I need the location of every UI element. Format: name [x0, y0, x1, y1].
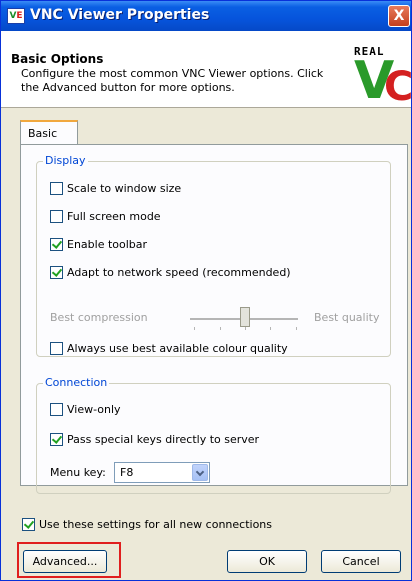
view-only-checkbox[interactable]: View-only: [50, 401, 121, 417]
vnc-app-icon: VE: [7, 8, 25, 24]
pass-special-keys-box[interactable]: [50, 432, 63, 446]
tab-basic-label: Basic: [28, 127, 58, 140]
connection-group: Connection View-only Pass special keys d…: [36, 376, 391, 494]
display-group: Display Scale to window size Full screen…: [36, 154, 391, 357]
scale-to-window-checkbox[interactable]: Scale to window size: [50, 180, 181, 196]
connection-group-label: Connection: [43, 376, 110, 389]
adapt-network-label: Adapt to network speed (recommended): [67, 265, 291, 279]
tab-basic[interactable]: Basic: [20, 120, 78, 145]
realvnc-logo: REAL V C: [354, 45, 412, 110]
enable-toolbar-checkbox[interactable]: Enable toolbar: [50, 236, 147, 252]
display-group-label: Display: [43, 154, 88, 167]
full-screen-checkbox[interactable]: Full screen mode: [50, 208, 161, 224]
view-only-box[interactable]: [50, 402, 63, 416]
best-colour-checkbox[interactable]: Always use best available colour quality: [50, 340, 288, 356]
slider-tick: [270, 327, 271, 330]
slider-tick: [194, 327, 195, 330]
best-colour-label: Always use best available colour quality: [67, 341, 288, 355]
scale-to-window-box[interactable]: [50, 181, 63, 195]
best-quality-label: Best quality: [314, 311, 380, 324]
pass-special-keys-checkbox[interactable]: Pass special keys directly to server: [50, 431, 259, 447]
slider-tick: [220, 327, 221, 330]
options-header: Basic Options Configure the most common …: [1, 31, 412, 110]
quality-slider-row: Best compression Best quality: [50, 307, 390, 331]
advanced-button-highlight: [17, 542, 121, 578]
best-compression-label: Best compression: [50, 311, 148, 324]
window-title: VNC Viewer Properties: [30, 7, 210, 23]
menu-key-label: Menu key:: [50, 466, 106, 479]
adapt-network-box[interactable]: [50, 265, 63, 279]
enable-toolbar-box[interactable]: [50, 237, 63, 251]
view-only-label: View-only: [67, 402, 121, 416]
pass-special-keys-label: Pass special keys directly to server: [67, 432, 260, 446]
basic-tab-panel: Display Scale to window size Full screen…: [20, 144, 408, 494]
cancel-button[interactable]: Cancel: [321, 550, 401, 573]
slider-tick: [296, 327, 297, 330]
title-bar[interactable]: VE VNC Viewer Properties X: [1, 1, 411, 31]
enable-toolbar-label: Enable toolbar: [67, 237, 148, 251]
scale-to-window-label: Scale to window size: [67, 181, 182, 195]
slider-tick: [245, 327, 246, 330]
header-description: Configure the most common VNC Viewer opt…: [21, 67, 324, 94]
all-connections-box[interactable]: [22, 517, 35, 531]
logo-c-glyph: C: [384, 64, 412, 110]
menu-key-select[interactable]: F8: [114, 462, 210, 483]
menu-key-value: F8: [120, 466, 134, 479]
all-connections-checkbox[interactable]: Use these settings for all new connectio…: [22, 516, 272, 532]
ok-button[interactable]: OK: [227, 550, 307, 573]
full-screen-box[interactable]: [50, 209, 63, 223]
close-button[interactable]: X: [388, 5, 410, 27]
chevron-down-icon[interactable]: [192, 464, 208, 481]
best-colour-box[interactable]: [50, 341, 63, 355]
properties-window: VE VNC Viewer Properties X Basic Options…: [0, 0, 412, 581]
all-connections-label: Use these settings for all new connectio…: [39, 517, 272, 531]
full-screen-label: Full screen mode: [67, 209, 161, 223]
header-title: Basic Options: [11, 52, 104, 66]
quality-slider-thumb[interactable]: [240, 307, 250, 327]
adapt-network-checkbox[interactable]: Adapt to network speed (recommended): [50, 264, 291, 280]
